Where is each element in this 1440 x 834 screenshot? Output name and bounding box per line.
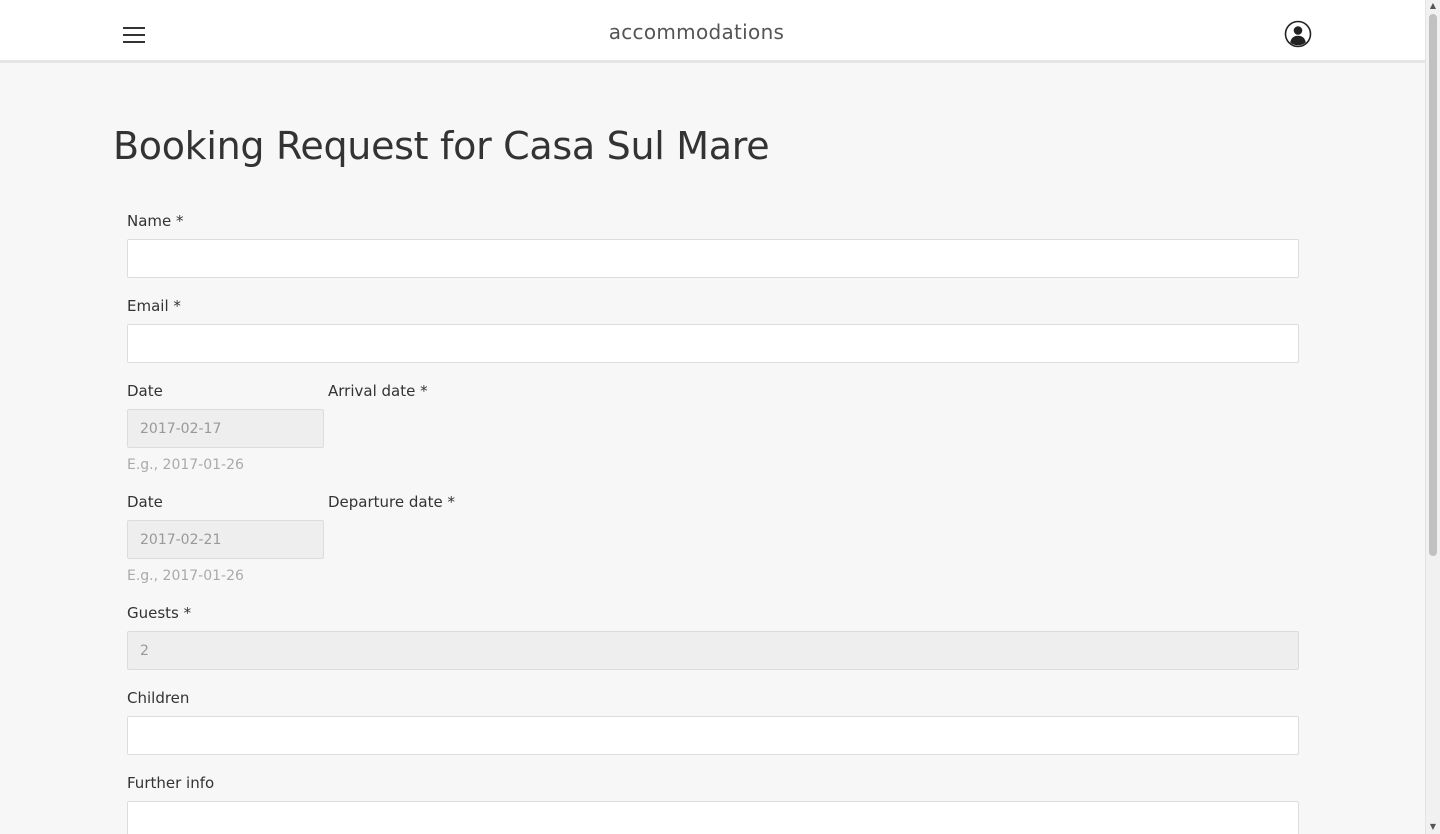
further-info-label: Further info <box>127 774 215 792</box>
arrival-date-hint: E.g., 2017-01-26 <box>127 457 244 473</box>
children-input[interactable] <box>127 716 1299 755</box>
departure-date-hint: E.g., 2017-01-26 <box>127 568 244 584</box>
page-scrollbar[interactable]: ▲ ▼ <box>1425 0 1440 834</box>
name-input[interactable] <box>127 239 1299 278</box>
departure-date-input[interactable] <box>127 520 324 559</box>
guests-input[interactable] <box>127 631 1299 670</box>
page-title: Booking Request for Casa Sul Mare <box>113 124 770 168</box>
scroll-thumb[interactable] <box>1429 14 1437 556</box>
scroll-up-arrow-icon[interactable]: ▲ <box>1426 0 1440 12</box>
name-label: Name * <box>127 212 184 230</box>
user-account-icon[interactable] <box>1284 20 1312 48</box>
top-navigation-bar: accommodations <box>0 0 1425 63</box>
arrival-date-label: Arrival date * <box>328 382 428 400</box>
scroll-down-arrow-icon[interactable]: ▼ <box>1426 821 1440 833</box>
arrival-date-input[interactable] <box>127 409 324 448</box>
further-info-input[interactable] <box>127 801 1299 834</box>
guests-label: Guests * <box>127 604 192 622</box>
email-label: Email * <box>127 297 181 315</box>
departure-date-label: Departure date * <box>328 493 455 511</box>
site-brand[interactable]: accommodations <box>0 20 1393 44</box>
departure-date-sublabel: Date <box>127 493 163 511</box>
arrival-date-sublabel: Date <box>127 382 163 400</box>
email-input[interactable] <box>127 324 1299 363</box>
children-label: Children <box>127 689 190 707</box>
